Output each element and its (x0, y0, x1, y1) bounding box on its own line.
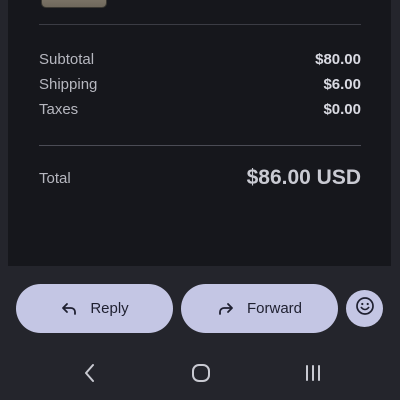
reply-arrow-icon (60, 300, 78, 318)
subtotal-value: $80.00 (315, 51, 361, 68)
forward-label: Forward (246, 300, 302, 317)
nav-back-button[interactable] (75, 362, 105, 388)
emoji-reaction-icon (355, 296, 375, 321)
taxes-row: Taxes $0.00 (39, 101, 361, 118)
divider-total (39, 145, 361, 146)
forward-arrow-icon (217, 300, 235, 318)
product-thumbnail[interactable] (41, 0, 107, 8)
total-label: Total (39, 169, 71, 187)
shipping-label: Shipping (39, 76, 98, 93)
shipping-value: $6.00 (323, 76, 361, 93)
reply-label: Reply (90, 300, 129, 317)
total-row: Total $86.00 USD (39, 166, 361, 190)
back-chevron-icon (82, 362, 98, 389)
nav-recents-button[interactable] (298, 362, 328, 388)
shipping-row: Shipping $6.00 (39, 76, 361, 93)
order-summary-card: Subtotal $80.00 Shipping $6.00 Taxes $0.… (8, 0, 391, 266)
system-navigation-bar (0, 352, 400, 400)
taxes-label: Taxes (39, 101, 79, 118)
email-screen: Subtotal $80.00 Shipping $6.00 Taxes $0.… (0, 0, 400, 400)
divider-top (39, 24, 361, 25)
taxes-value: $0.00 (323, 101, 361, 118)
total-value: $86.00 USD (246, 166, 361, 189)
emoji-reaction-button[interactable] (346, 290, 383, 327)
recents-bars-icon (303, 363, 323, 388)
message-actions: Reply Forward (0, 284, 400, 334)
subtotal-label: Subtotal (39, 51, 95, 68)
nav-home-button[interactable] (186, 362, 216, 388)
home-circle-icon (190, 362, 212, 389)
reply-button[interactable]: Reply (16, 284, 173, 333)
forward-button[interactable]: Forward (181, 284, 338, 333)
subtotal-row: Subtotal $80.00 (39, 51, 361, 68)
